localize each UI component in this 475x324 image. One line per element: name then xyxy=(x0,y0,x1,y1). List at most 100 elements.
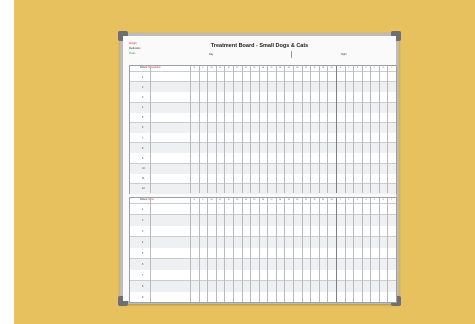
column-divider xyxy=(198,198,200,302)
column-divider xyxy=(293,66,294,193)
hour-header: 2 xyxy=(348,66,350,69)
hour-header: 16 xyxy=(261,66,264,69)
row-number: 8 xyxy=(142,285,144,288)
hour-header: 12 xyxy=(227,66,230,69)
column-divider xyxy=(353,198,354,302)
hour-header: 1 xyxy=(339,198,341,201)
column-divider xyxy=(387,198,388,302)
column-divider xyxy=(250,66,251,193)
column-divider xyxy=(387,66,388,193)
hour-header: 6 xyxy=(382,198,384,201)
column-divider xyxy=(335,66,337,193)
legend-fluids: Fluids xyxy=(129,52,136,55)
row-number: 7 xyxy=(142,136,144,140)
row-number: 6 xyxy=(142,126,144,130)
column-divider xyxy=(361,198,363,302)
patient-row: 8 xyxy=(130,280,396,292)
column-divider xyxy=(232,66,234,193)
hour-header: 16 xyxy=(261,198,264,201)
hour-header: 7 xyxy=(391,66,393,69)
hour-header: 1 xyxy=(339,66,341,69)
night-label: Night xyxy=(341,53,347,56)
patient-row: 1 xyxy=(130,203,396,215)
row-number: 9 xyxy=(142,296,144,299)
hour-header: 6 xyxy=(382,66,384,69)
column-divider xyxy=(370,198,371,302)
hour-header: 12 xyxy=(227,198,230,201)
column-divider xyxy=(198,66,200,193)
column-divider xyxy=(241,66,242,193)
row-number: 5 xyxy=(142,252,144,255)
column-divider xyxy=(327,198,328,302)
column-divider xyxy=(318,198,320,302)
hour-header: 10 xyxy=(210,66,213,69)
patient-row: 8 xyxy=(130,142,396,154)
column-divider xyxy=(224,66,225,193)
column-divider xyxy=(310,66,311,193)
hour-header: 20 xyxy=(296,66,299,69)
hour-header: 21 xyxy=(304,198,307,201)
column-divider xyxy=(250,198,251,302)
hour-header: 8 xyxy=(193,66,195,69)
column-divider xyxy=(207,66,208,193)
hour-header: 22 xyxy=(313,66,316,69)
hour-header: 15 xyxy=(253,66,256,69)
hour-header: 2 xyxy=(348,198,350,201)
patient-row: 7 xyxy=(130,269,396,281)
hour-header: 13 xyxy=(236,198,239,201)
hour-header: 14 xyxy=(244,66,247,69)
column-divider xyxy=(344,66,345,193)
column-divider xyxy=(190,66,191,193)
patient-row: 9 xyxy=(130,291,396,303)
column-divider xyxy=(284,66,285,193)
hour-header: 3 xyxy=(356,198,358,201)
patient-row: 7 xyxy=(130,132,396,143)
hour-header: 9 xyxy=(202,66,204,69)
hour-header: 24 xyxy=(330,66,333,69)
hour-header: 13 xyxy=(236,66,239,69)
column-divider xyxy=(335,198,337,302)
column-divider xyxy=(267,66,268,193)
column-divider xyxy=(258,198,260,302)
hour-header: 18 xyxy=(279,66,282,69)
column-divider xyxy=(370,66,371,193)
column-divider xyxy=(353,66,354,193)
hour-header: 3 xyxy=(356,66,358,69)
row-number: 1 xyxy=(142,75,144,79)
column-divider xyxy=(344,198,345,302)
hour-header: 5 xyxy=(374,66,376,69)
column-divider xyxy=(378,66,380,193)
whiteboard: Weight Medication Fluids Treatment Board… xyxy=(118,31,401,306)
column-divider xyxy=(284,198,285,302)
hour-header: 11 xyxy=(219,198,221,201)
patient-grid-1: 12 11 10 9 8 7 6 5 4 3 2 1 Patient Name/Admit 8 9 10 1… xyxy=(129,65,397,194)
patient-row: 2 xyxy=(130,81,396,93)
hour-header: 5 xyxy=(374,198,376,201)
row-number: 11 xyxy=(142,177,145,181)
header-divider xyxy=(291,51,292,58)
board-title: Treatment Board - Small Dogs & Cats xyxy=(210,43,309,49)
patient-row: 10 xyxy=(130,162,396,174)
hour-header: 7 xyxy=(391,198,393,201)
row-number: 3 xyxy=(142,95,144,99)
row-number: 5 xyxy=(142,116,144,120)
hour-header: 4 xyxy=(365,198,367,201)
row-number: 8 xyxy=(142,146,144,150)
patient-grid-2: 987654321 Patient Name 8 9 10 11 12 13 14 15 16 1… xyxy=(129,197,397,303)
column-divider xyxy=(301,66,303,193)
patient-row: 4 xyxy=(130,101,396,113)
patient-row: 9 xyxy=(130,152,396,163)
column-divider xyxy=(318,66,320,193)
name-column-divider xyxy=(150,66,151,193)
row-number: 3 xyxy=(142,230,144,233)
patient-row: 2 xyxy=(130,214,396,226)
column-divider xyxy=(232,198,234,302)
column-divider xyxy=(275,198,277,302)
row-number: 12 xyxy=(142,187,145,191)
patient-row: 12 xyxy=(130,182,396,194)
patient-row: 5 xyxy=(130,247,396,259)
column-divider xyxy=(258,66,260,193)
hour-header: 14 xyxy=(244,198,247,201)
row-number: 6 xyxy=(142,263,144,266)
patient-row: 6 xyxy=(130,121,396,133)
